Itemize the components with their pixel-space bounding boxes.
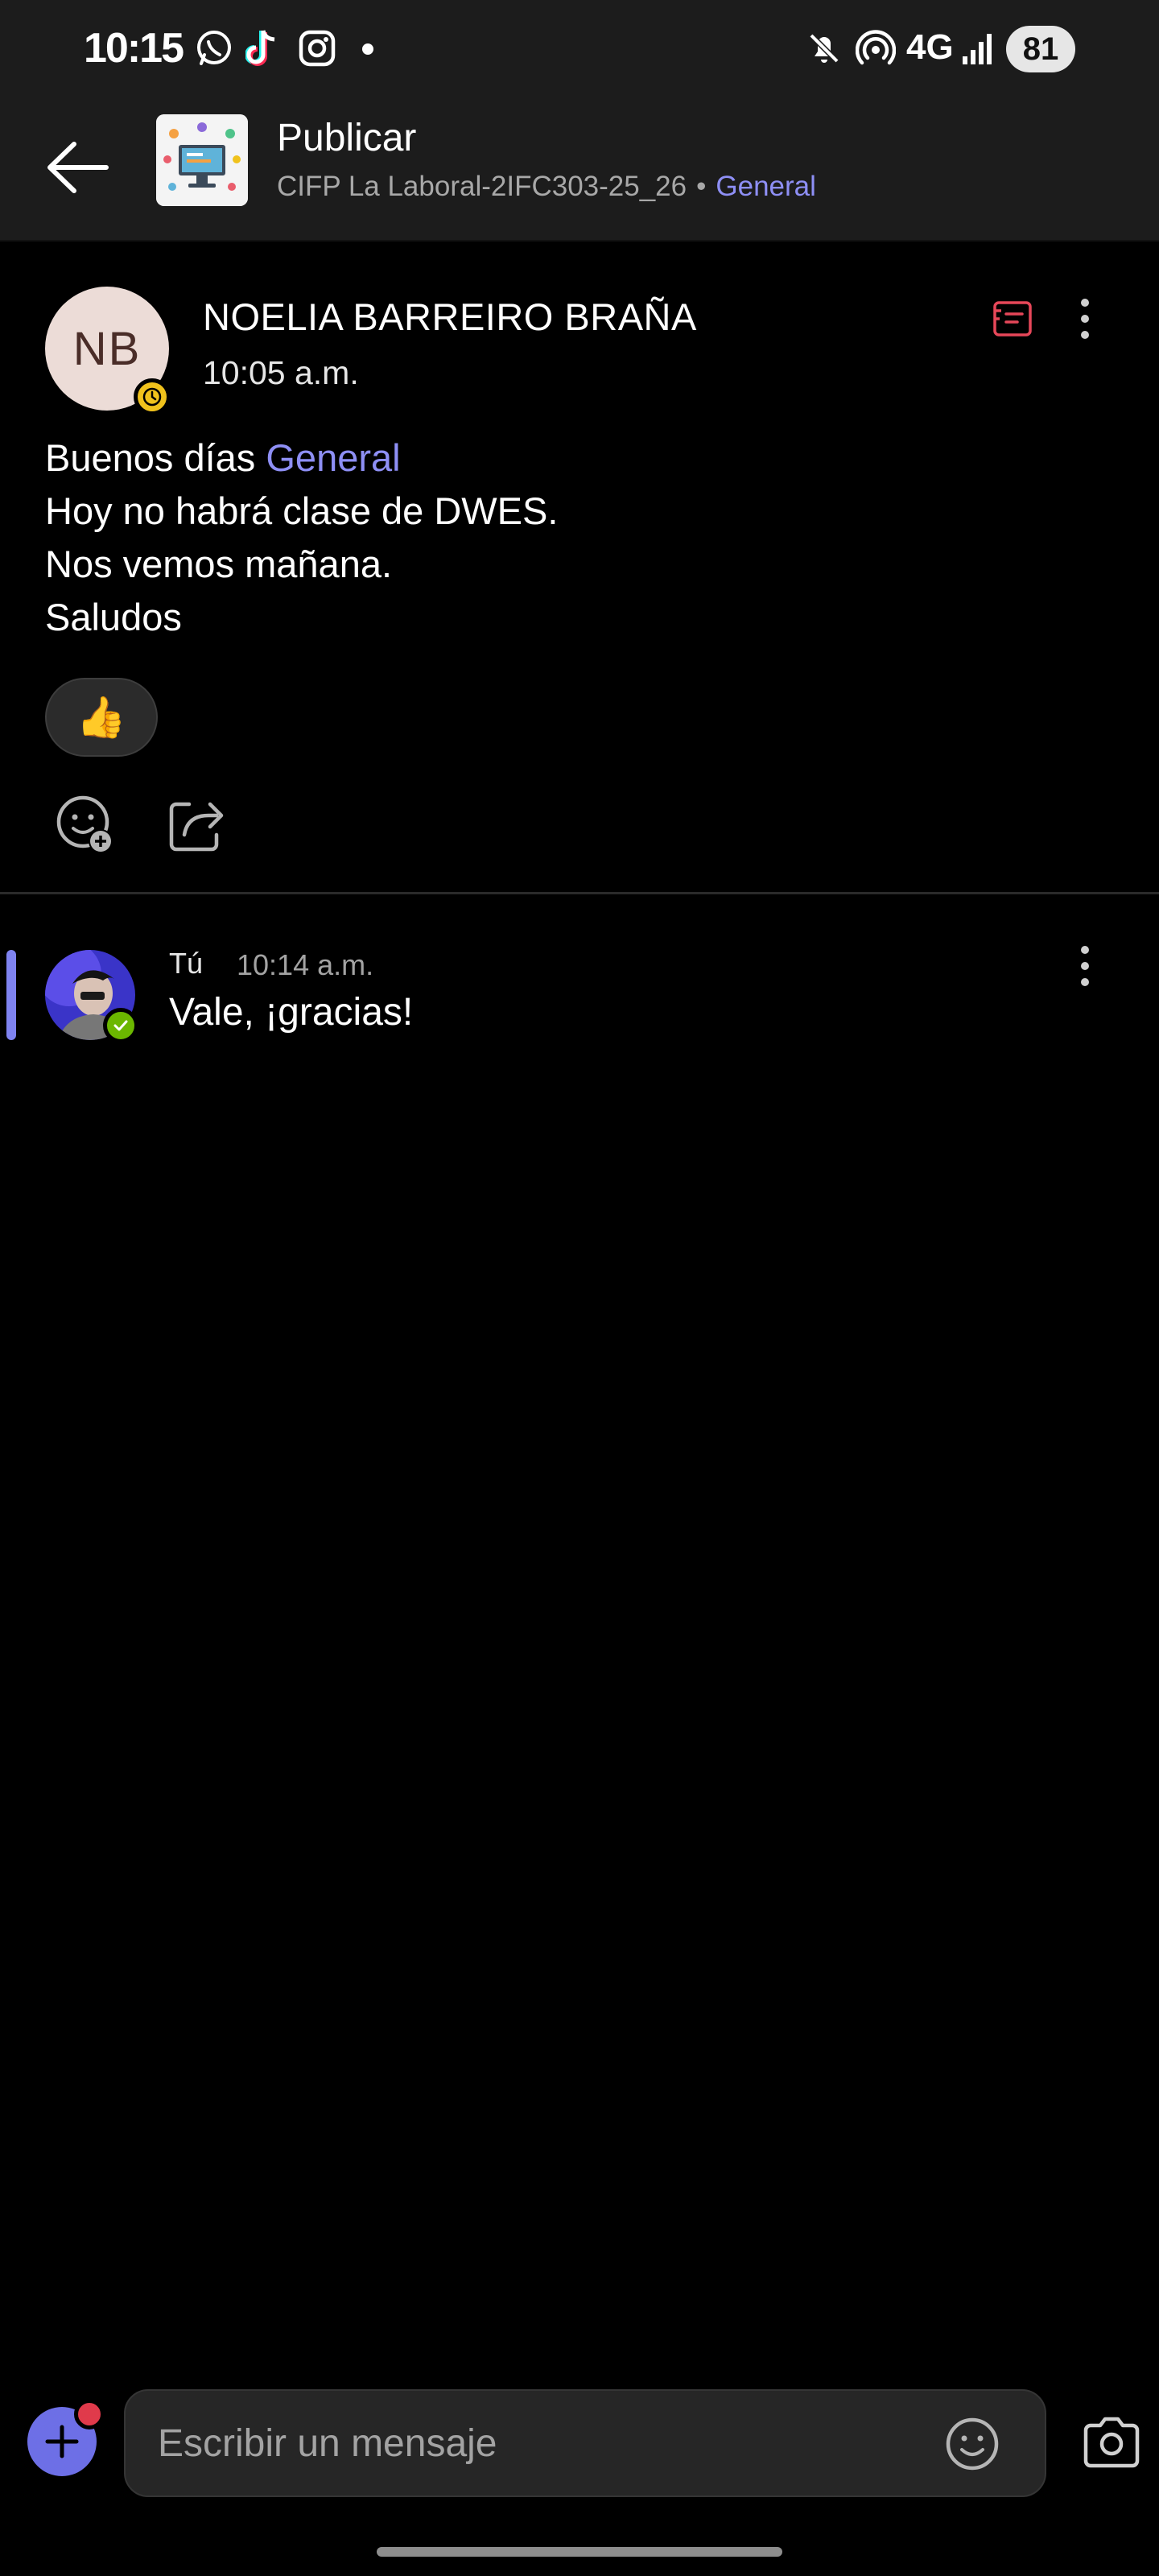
greeting-text: Buenos días [45,436,256,479]
reply-author: Tú [169,947,204,980]
reply-text: Vale, ¡gracias! [169,991,414,1034]
post-line: Hoy no habrá clase de DWES. [45,489,559,532]
post-line: Saludos [45,596,182,638]
channel-header: Publicar CIFP La Laboral-2IFC303-25_26 • G… [0,97,1159,240]
home-indicator[interactable] [377,2547,782,2557]
notification-badge [74,2399,105,2429]
battery-level: 81 [1006,26,1075,72]
separator: • [696,171,707,202]
camera-icon [1083,2417,1140,2468]
channel-link[interactable]: General [716,171,816,202]
header-divider [0,240,1159,242]
tiktok-icon [245,27,287,69]
reply-more-options-button[interactable] [1053,934,1117,998]
reply-timestamp: 10:14 a.m. [237,948,374,981]
camera-button[interactable] [1077,2410,1146,2475]
important-message-button[interactable] [980,287,1045,351]
whatsapp-icon [193,27,235,69]
notification-dot [362,43,373,55]
message-input[interactable] [158,2391,882,2496]
share-icon [169,802,224,852]
arrow-left-icon [47,142,109,193]
signal-icon [958,27,1000,69]
away-status-icon [134,378,171,415]
post-body: Buenos días General Hoy no habrá clase d… [45,431,558,644]
status-bar: 10:15 4G 81 [0,0,1159,97]
smiley-icon [946,2417,999,2471]
plus-icon [45,2425,79,2458]
post-timestamp: 10:05 a.m. [203,354,359,391]
emoji-button[interactable] [940,2412,1004,2476]
back-button[interactable] [39,129,116,206]
check-icon [113,1020,128,1031]
header-subtitle: CIFP La Laboral-2IFC303-25_26 • General [277,171,816,203]
team-avatar[interactable] [156,114,248,206]
instagram-icon [296,27,338,69]
network-type: 4G [906,27,954,67]
status-time: 10:15 [84,25,184,72]
hotspot-icon [855,27,897,69]
thumbs-up-icon: 👍 [76,694,127,740]
add-reaction-button[interactable] [50,789,122,861]
post-line: Nos vemos mañana. [45,543,393,585]
clock-icon [142,387,162,407]
thread-divider [0,892,1159,894]
post-author: NOELIA BARREIRO BRAÑA [203,295,697,338]
post-line-greeting: Buenos días General [45,431,558,485]
more-vertical-icon [1081,946,1089,986]
team-name: CIFP La Laboral-2IFC303-25_26 [277,171,687,202]
announcement-icon [993,301,1032,336]
share-button[interactable] [161,789,233,861]
post-more-options-button[interactable] [1053,287,1117,351]
more-vertical-icon [1081,299,1089,339]
message-composer [124,2389,1046,2497]
computer-illustration-icon [156,114,248,206]
available-status-icon [103,1008,138,1043]
emoji-add-icon [56,795,113,853]
header-title: Publicar [277,117,417,159]
mute-icon [803,27,845,69]
channel-mention[interactable]: General [266,436,400,479]
own-message-indicator [6,950,16,1040]
thumbs-up-reaction[interactable]: 👍 [45,678,158,757]
